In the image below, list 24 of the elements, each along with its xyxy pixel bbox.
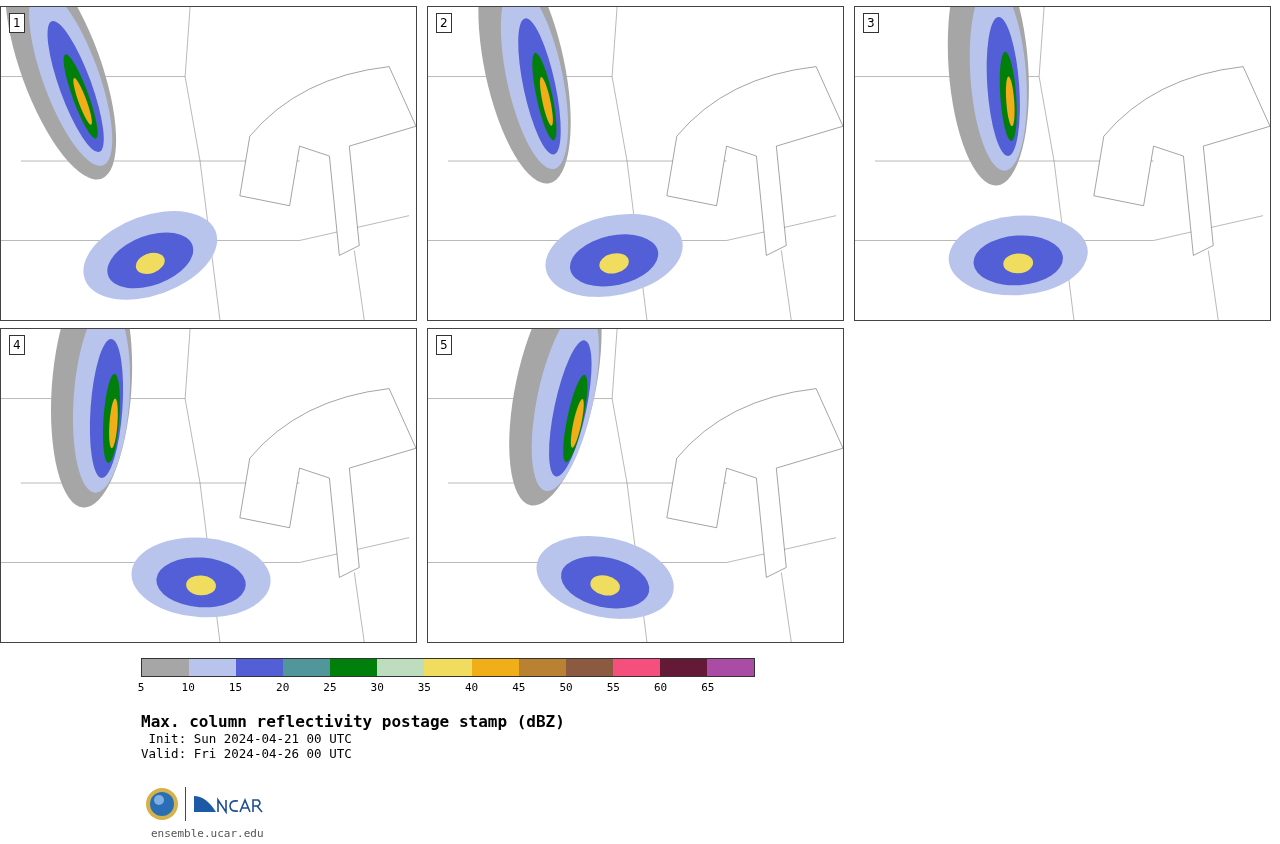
panel-number: 5: [436, 335, 452, 355]
tick-label: 60: [653, 682, 668, 693]
tick-label: 35: [417, 682, 431, 693]
tick-label: 10: [181, 682, 195, 693]
tick-label: 55: [606, 682, 620, 693]
tick-label: 50: [559, 682, 573, 693]
tick-label: 45: [512, 682, 526, 693]
panel-number: 1: [9, 13, 25, 33]
init-time: Init: Sun 2024-04-21 00 UTC: [147, 731, 352, 746]
emblem-icon: [145, 787, 179, 821]
tick-label: 30: [370, 682, 384, 693]
logo-icon: [192, 794, 264, 814]
panel-number: 2: [436, 13, 452, 33]
tick-label: 5: [137, 682, 145, 693]
panel-number: 3: [863, 13, 879, 33]
valid-time: Valid: Fri 2024-04-26 00 UTC: [141, 746, 352, 761]
tick-label: 20: [276, 682, 290, 693]
tick-label: 25: [323, 682, 337, 693]
tick-label: 40: [465, 682, 479, 693]
website-url: ensemble.ucar.edu: [151, 826, 264, 842]
chart-title: Max. column reflectivity postage stamp (dBZ): [141, 713, 565, 731]
panel-number: 4: [9, 335, 25, 355]
tick-label: 65: [701, 682, 715, 693]
tick-label: 15: [228, 682, 243, 693]
